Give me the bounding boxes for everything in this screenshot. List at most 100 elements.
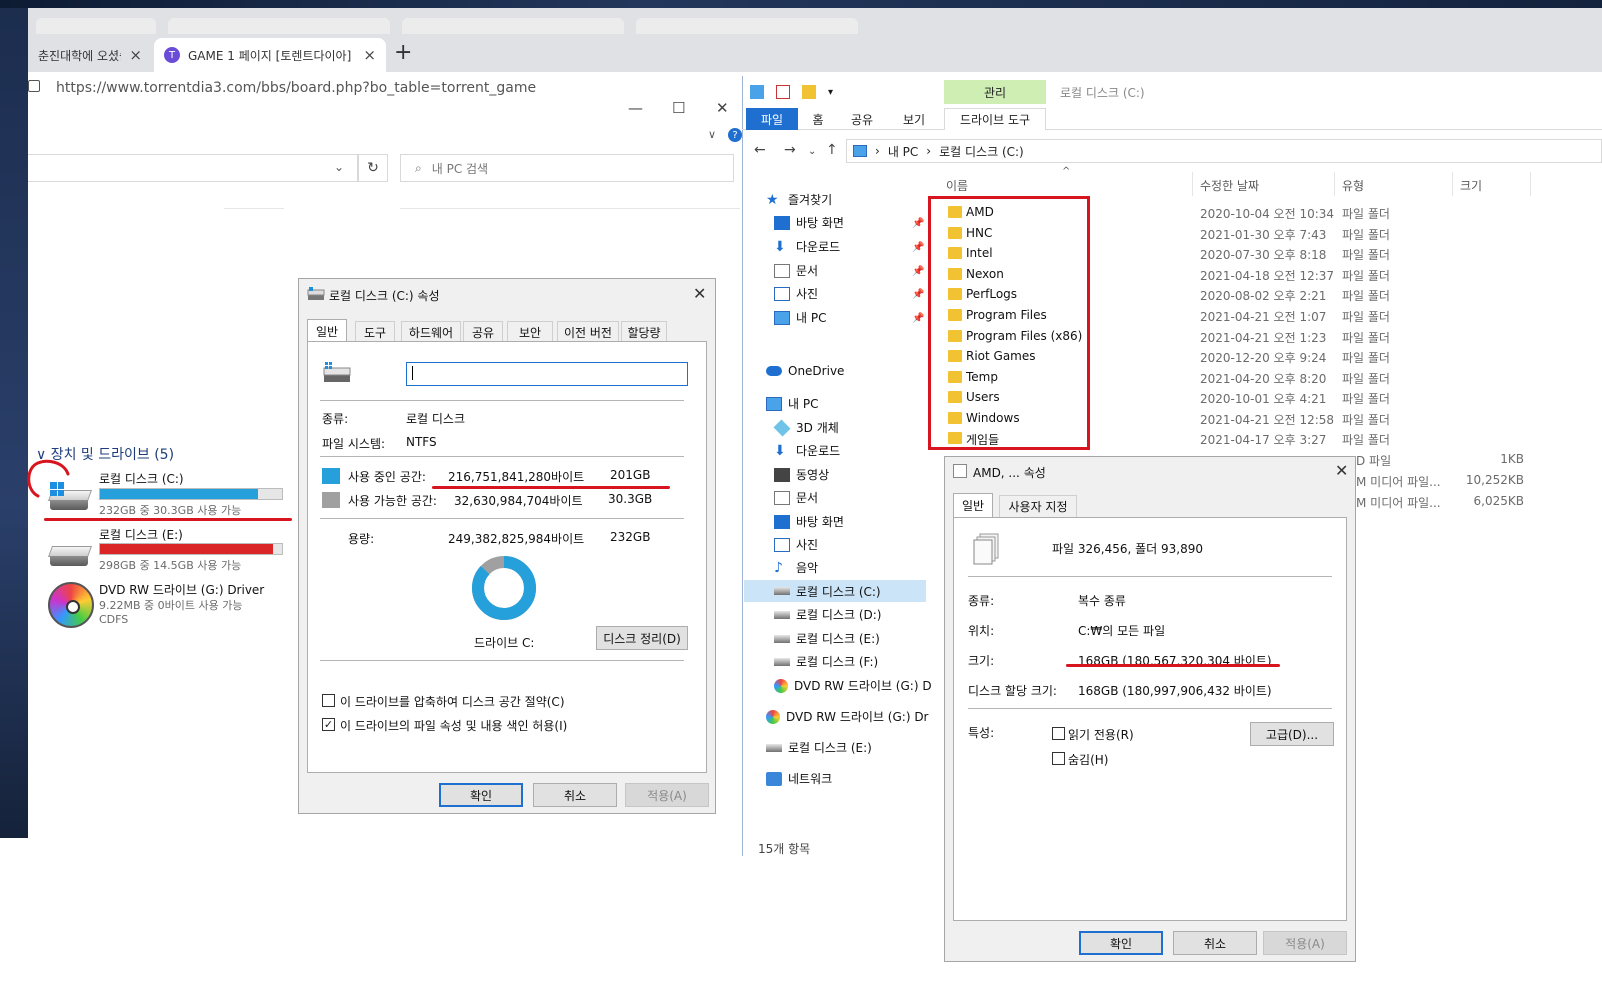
drive-icon	[774, 634, 790, 643]
nav-videos[interactable]: 동영상	[774, 466, 829, 483]
tab-sharing[interactable]: 공유	[463, 321, 503, 343]
close-icon[interactable]: ✕	[716, 99, 729, 117]
maximize-icon[interactable]: ☐	[672, 99, 685, 117]
context-tab-manage[interactable]: 관리	[944, 80, 1046, 104]
nav-drive-e[interactable]: 로컬 디스크 (E:)	[774, 630, 880, 647]
apply-button[interactable]: 적용(A)	[1263, 931, 1347, 955]
forward-arrow-icon[interactable]: →	[784, 142, 796, 158]
computer-icon	[766, 396, 782, 411]
nav-desktop[interactable]: 바탕 화면	[774, 214, 844, 231]
pin-icon[interactable]: 📌	[912, 289, 924, 300]
apply-button[interactable]: 적용(A)	[625, 783, 709, 807]
ok-button[interactable]: 확인	[1079, 931, 1163, 955]
minimize-icon[interactable]: —	[628, 99, 643, 117]
nav-drive-f[interactable]: 로컬 디스크 (F:)	[774, 653, 878, 670]
new-tab-button[interactable]: +	[394, 40, 412, 65]
advanced-button[interactable]: 고급(D)...	[1250, 722, 1334, 746]
nav-music[interactable]: ♪ 음악	[774, 559, 818, 576]
tab-customize[interactable]: 사용자 지정	[999, 495, 1077, 517]
help-icon[interactable]: ?	[728, 128, 742, 142]
drive-letter-label: 드라이브 C:	[474, 636, 535, 650]
nav-pictures[interactable]: 사진	[774, 285, 818, 302]
refresh-icon[interactable]: ↻	[358, 154, 388, 182]
nav-favorites[interactable]: ★ 즐겨찾기	[766, 191, 832, 208]
tab-quota[interactable]: 할당량	[621, 321, 667, 343]
close-icon[interactable]: ×	[355, 46, 376, 64]
ribbon-tab-drive-tools[interactable]: 드라이브 도구	[944, 108, 1046, 130]
nav-this-pc[interactable]: 내 PC	[766, 395, 818, 412]
nav-3d-objects[interactable]: 3D 개체	[773, 419, 839, 436]
picture-icon	[774, 286, 790, 301]
nav-dvd-drive-2[interactable]: DVD RW 드라이브 (G:) Dr	[766, 708, 929, 725]
compress-checkbox[interactable]	[322, 694, 335, 707]
tab-security[interactable]: 보안	[507, 321, 553, 343]
nav-documents-2[interactable]: 문서	[774, 489, 818, 506]
folder-icon[interactable]	[802, 85, 816, 99]
pin-icon[interactable]: 📌	[912, 218, 924, 229]
drive-name-input[interactable]	[406, 362, 688, 386]
pin-icon[interactable]: 📌	[912, 266, 924, 277]
ribbon-tab-share[interactable]: 공유	[844, 108, 880, 130]
nav-downloads-2[interactable]: ⬇ 다운로드	[774, 442, 840, 459]
breadcrumb-this-pc[interactable]: 내 PC	[888, 143, 918, 160]
browser-tab-1[interactable]: 춘진대학에 오셨습니 ×	[28, 38, 152, 72]
nav-this-pc-pinned[interactable]: 내 PC	[774, 309, 826, 326]
nav-network[interactable]: 네트워크	[766, 770, 832, 787]
music-icon: ♪	[774, 559, 783, 576]
drive-e-usage-bar	[99, 543, 283, 555]
close-icon[interactable]: ✕	[693, 284, 706, 303]
nav-drive-e-2[interactable]: 로컬 디스크 (E:)	[766, 739, 872, 756]
tab-general[interactable]: 일반	[307, 319, 347, 343]
nav-desktop-2[interactable]: 바탕 화면	[774, 513, 844, 530]
pin-icon[interactable]: 📌	[912, 313, 924, 324]
cancel-button[interactable]: 취소	[1173, 931, 1257, 955]
breadcrumb-drive-c[interactable]: 로컬 디스크 (C:)	[939, 143, 1024, 160]
tab-tools[interactable]: 도구	[355, 321, 395, 343]
browser-tab-2[interactable]: T GAME 1 페이지 [토렌트다이아] ×	[154, 38, 386, 72]
ok-button[interactable]: 확인	[439, 783, 523, 807]
column-type[interactable]: 유형	[1342, 177, 1364, 194]
back-arrow-icon[interactable]: ←	[754, 142, 766, 158]
column-size[interactable]: 크기	[1460, 177, 1482, 194]
up-arrow-icon[interactable]: ↑	[826, 142, 838, 158]
drive-icon	[307, 287, 325, 303]
star-icon: ★	[766, 191, 779, 208]
chevron-down-icon[interactable]: ∨	[708, 128, 716, 141]
drive-icon	[766, 743, 782, 752]
index-checkbox[interactable]: ✓	[322, 718, 335, 731]
nav-dvd-drive[interactable]: DVD RW 드라이브 (G:) D	[774, 677, 932, 694]
chevron-down-icon[interactable]: ▾	[828, 87, 833, 98]
nav-pictures-2[interactable]: 사진	[774, 536, 818, 553]
close-icon[interactable]: ✕	[1335, 461, 1348, 480]
nav-drive-c[interactable]: 로컬 디스크 (C:)	[744, 580, 926, 602]
close-icon[interactable]: ×	[121, 46, 142, 64]
column-date[interactable]: 수정한 날짜	[1200, 177, 1259, 194]
hidden-checkbox[interactable]	[1052, 752, 1065, 765]
chevron-down-icon[interactable]: ⌄	[334, 160, 344, 174]
ribbon-tab-home[interactable]: 홈	[806, 108, 830, 130]
dvd-drive-name[interactable]: DVD RW 드라이브 (G:) Driver	[99, 581, 264, 598]
nav-onedrive[interactable]: OneDrive	[766, 364, 844, 378]
nav-documents[interactable]: 문서	[774, 262, 818, 279]
tab-general[interactable]: 일반	[953, 493, 993, 517]
readonly-checkbox[interactable]	[1052, 727, 1065, 740]
breadcrumb[interactable]: › 내 PC › 로컬 디스크 (C:)	[846, 139, 1602, 163]
window-title: 로컬 디스크 (C:)	[1060, 86, 1145, 100]
column-name[interactable]: 이름	[946, 177, 968, 194]
pc-address-box[interactable]	[28, 154, 358, 182]
cancel-button[interactable]: 취소	[533, 783, 617, 807]
drive-c-name[interactable]: 로컬 디스크 (C:)	[99, 470, 184, 487]
nav-drive-d[interactable]: 로컬 디스크 (D:)	[774, 606, 881, 623]
address-url[interactable]: https://www.torrentdia3.com/bbs/board.ph…	[56, 80, 536, 96]
ribbon-tab-view[interactable]: 보기	[896, 108, 932, 130]
search-input[interactable]: ⌕ 내 PC 검색	[400, 154, 734, 182]
chevron-down-icon[interactable]: ⌄	[808, 146, 816, 157]
properties-icon[interactable]	[776, 85, 790, 99]
tab-previous-versions[interactable]: 이전 버전	[557, 321, 619, 343]
nav-downloads[interactable]: ⬇ 다운로드	[774, 238, 840, 255]
drive-e-name[interactable]: 로컬 디스크 (E:)	[99, 526, 183, 543]
ribbon-tab-file[interactable]: 파일	[746, 108, 798, 130]
disk-cleanup-button[interactable]: 디스크 정리(D)	[596, 626, 688, 650]
pin-icon[interactable]: 📌	[912, 242, 924, 253]
tab-hardware[interactable]: 하드웨어	[401, 321, 461, 343]
